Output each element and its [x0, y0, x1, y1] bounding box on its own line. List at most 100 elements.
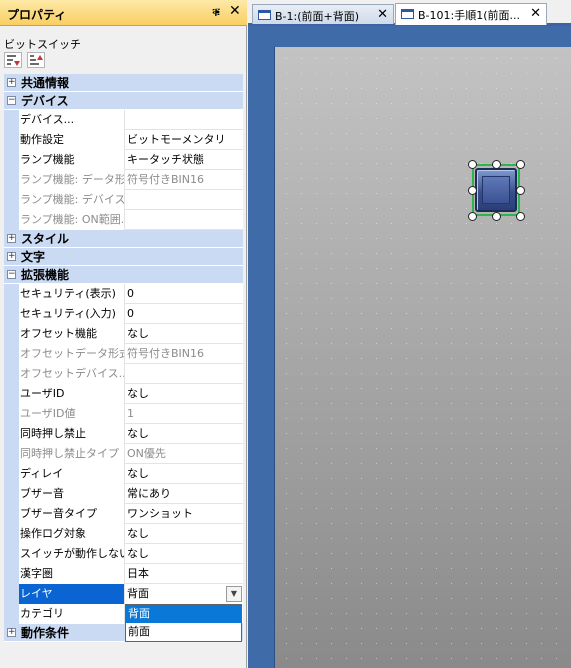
property-value[interactable]: ワンショット	[125, 504, 243, 524]
property-name: オフセットデバイス...	[19, 364, 125, 384]
property-value[interactable]: キータッチ状態	[125, 150, 243, 170]
bit-switch-object[interactable]	[468, 160, 525, 221]
property-name: 漢字圏	[19, 564, 125, 584]
property-name: レイヤ	[19, 584, 125, 604]
property-row[interactable]: 同時押し禁止 なし	[4, 424, 243, 444]
property-value[interactable]: なし	[125, 384, 243, 404]
sort-by-category-button[interactable]	[4, 52, 22, 68]
close-icon[interactable]: ✕	[377, 7, 388, 22]
category-device[interactable]: − デバイス	[4, 92, 243, 110]
category-label: デバイス	[21, 94, 69, 108]
property-row-layer[interactable]: レイヤ 背面 ▼	[4, 584, 243, 604]
property-value[interactable]: 0	[125, 284, 243, 304]
dropdown-option-back[interactable]: 背面	[126, 605, 241, 623]
property-row[interactable]: デバイス...	[4, 110, 243, 130]
property-value[interactable]: なし	[125, 544, 243, 564]
expand-icon[interactable]: +	[7, 78, 16, 87]
property-name: 動作設定	[19, 130, 125, 150]
category-label: 動作条件	[21, 626, 70, 640]
property-name: オフセット機能	[19, 324, 125, 344]
resize-handle-e[interactable]	[516, 186, 525, 195]
property-value	[125, 364, 243, 384]
close-icon[interactable]: ✕	[229, 3, 241, 19]
property-value[interactable]: 日本	[125, 564, 243, 584]
property-name: セキュリティ(入力)	[19, 304, 125, 324]
property-row[interactable]: セキュリティ(表示) 0	[4, 284, 243, 304]
collapse-icon[interactable]: −	[7, 270, 16, 279]
expand-icon[interactable]: +	[7, 234, 16, 243]
pin-icon[interactable]: ቑ	[212, 5, 220, 20]
category-label: スタイル	[21, 232, 70, 246]
property-name: ユーザID値	[19, 404, 125, 424]
resize-handle-nw[interactable]	[468, 160, 477, 169]
tab-b101[interactable]: B-101:手順1(前面... ✕	[395, 3, 547, 25]
property-row[interactable]: ブザー音 常にあり	[4, 484, 243, 504]
property-name: ランプ機能: デバイス...	[19, 190, 125, 210]
property-value: 1	[127, 407, 134, 420]
property-row[interactable]: ブザー音タイプ ワンショット	[4, 504, 243, 524]
close-icon[interactable]: ✕	[530, 6, 541, 21]
resize-handle-sw[interactable]	[468, 212, 477, 221]
property-row: オフセットデバイス...	[4, 364, 243, 384]
property-row[interactable]: 漢字圏 日本	[4, 564, 243, 584]
property-row[interactable]: セキュリティ(入力) 0	[4, 304, 243, 324]
property-row[interactable]: ディレイ なし	[4, 464, 243, 484]
property-value: ON優先	[127, 447, 166, 460]
property-row[interactable]: 動作設定 ビットモーメンタリ	[4, 130, 243, 150]
screen-canvas[interactable]	[275, 47, 571, 668]
document-tabbar: B-1:(前面+背面) ✕ B-101:手順1(前面... ✕	[248, 0, 571, 26]
property-row: ランプ機能: デバイス...	[4, 190, 243, 210]
resize-handle-n[interactable]	[492, 160, 501, 169]
property-value: 符号付きBIN16	[127, 347, 205, 360]
resize-handle-ne[interactable]	[516, 160, 525, 169]
property-row: 同時押し禁止タイプ ON優先	[4, 444, 243, 464]
property-value[interactable]: なし	[125, 324, 243, 344]
property-value[interactable]: 常にあり	[125, 484, 243, 504]
resize-handle-w[interactable]	[468, 186, 477, 195]
property-row: ランプ機能: ON範囲...	[4, 210, 243, 230]
screen-icon	[401, 9, 414, 19]
property-value[interactable]: ビットモーメンタリ	[125, 130, 243, 150]
tab-label: B-1:(前面+背面)	[275, 10, 360, 23]
property-row[interactable]: オフセット機能 なし	[4, 324, 243, 344]
property-value[interactable]: なし	[125, 524, 243, 544]
property-name: デバイス...	[19, 110, 125, 130]
property-value[interactable]: 0	[125, 304, 243, 324]
category-style[interactable]: + スタイル	[4, 230, 243, 248]
property-row: ランプ機能: データ形式 符号付きBIN16	[4, 170, 243, 190]
switch-face	[482, 176, 510, 204]
expand-icon[interactable]: +	[7, 628, 16, 637]
sort-alphabetical-button[interactable]	[27, 52, 45, 68]
property-name: スイッチが動作しないとき	[19, 544, 125, 564]
object-type-label: ビットスイッチ	[4, 38, 81, 51]
property-row[interactable]: ランプ機能 キータッチ状態	[4, 150, 243, 170]
tab-b1[interactable]: B-1:(前面+背面) ✕	[252, 4, 394, 24]
property-name: オフセットデータ形式	[19, 344, 125, 364]
resize-handle-se[interactable]	[516, 212, 525, 221]
property-row[interactable]: ユーザID なし	[4, 384, 243, 404]
property-name: カテゴリ	[19, 604, 125, 624]
category-text[interactable]: + 文字	[4, 248, 243, 266]
property-value	[125, 210, 243, 230]
property-grid: + 共通情報 − デバイス デバイス... 動作設定 ビットモーメンタリ ランプ…	[4, 74, 243, 642]
switch-button-shape[interactable]	[475, 168, 517, 212]
property-value[interactable]: なし	[125, 424, 243, 444]
property-name: ユーザID	[19, 384, 125, 404]
category-extended[interactable]: − 拡張機能	[4, 266, 243, 284]
category-common[interactable]: + 共通情報	[4, 74, 243, 92]
property-name: 同時押し禁止タイプ	[19, 444, 125, 464]
resize-handle-s[interactable]	[492, 212, 501, 221]
property-value[interactable]	[125, 110, 243, 130]
property-name: ランプ機能	[19, 150, 125, 170]
collapse-icon[interactable]: −	[7, 96, 16, 105]
dropdown-option-front[interactable]: 前面	[126, 623, 241, 641]
panel-header: プロパティ ቑ ✕	[0, 0, 247, 26]
property-row[interactable]: スイッチが動作しないとき なし	[4, 544, 243, 564]
property-value[interactable]: なし	[125, 464, 243, 484]
expand-icon[interactable]: +	[7, 252, 16, 261]
property-name: ディレイ	[19, 464, 125, 484]
property-row: オフセットデータ形式 符号付きBIN16	[4, 344, 243, 364]
property-row[interactable]: 操作ログ対象 なし	[4, 524, 243, 544]
grid-dots	[275, 47, 571, 668]
chevron-down-icon[interactable]: ▼	[226, 586, 242, 602]
